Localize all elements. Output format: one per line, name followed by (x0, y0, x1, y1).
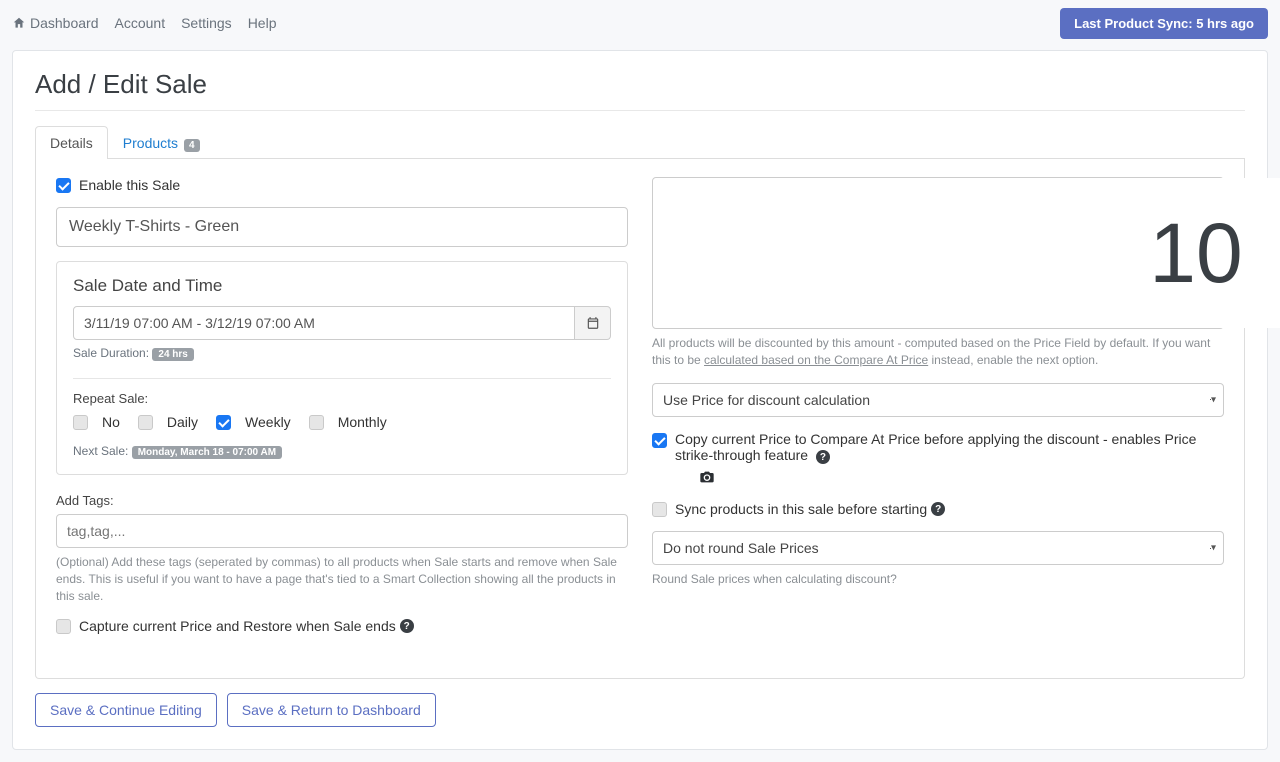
repeat-weekly[interactable] (216, 415, 231, 430)
camera-icon (699, 470, 715, 484)
sync-products-label: Sync products in this sale before starti… (675, 501, 927, 517)
duration-badge: 24 hrs (152, 348, 193, 361)
tags-hint: (Optional) Add these tags (seperated by … (56, 554, 628, 604)
page-title: Add / Edit Sale (35, 69, 1245, 100)
repeat-no[interactable] (73, 415, 88, 430)
date-box-title: Sale Date and Time (73, 276, 611, 296)
repeat-monthly[interactable] (309, 415, 324, 430)
next-sale-label: Next Sale: (73, 444, 128, 458)
tabs: Details Products 4 (35, 125, 1245, 159)
right-column: % All products will be discounted by thi… (652, 177, 1224, 648)
action-row: Save & Continue Editing Save & Return to… (35, 693, 1245, 727)
nav-dashboard[interactable]: Dashboard (12, 15, 99, 31)
duration-label: Sale Duration: (73, 346, 149, 360)
calendar-icon (586, 316, 600, 330)
repeat-options: No Daily Weekly Monthly (73, 414, 611, 430)
nav-account[interactable]: Account (115, 15, 166, 31)
sync-products-checkbox[interactable] (652, 502, 667, 517)
top-nav: Dashboard Account Settings Help Last Pro… (0, 0, 1280, 42)
home-icon (12, 16, 26, 30)
calendar-button[interactable] (575, 306, 611, 340)
tab-body: Enable this Sale Sale Date and Time Sale… (35, 159, 1245, 679)
discount-input[interactable] (653, 178, 1280, 328)
compare-at-link[interactable]: calculated based on the Compare At Price (704, 353, 928, 367)
capture-price-label: Capture current Price and Restore when S… (79, 618, 396, 634)
rounding-select[interactable]: Do not round Sale Prices (652, 531, 1224, 565)
save-return-button[interactable]: Save & Return to Dashboard (227, 693, 436, 727)
price-basis-select[interactable]: Use Price for discount calculation (652, 383, 1224, 417)
tags-input[interactable] (56, 514, 628, 548)
tab-details[interactable]: Details (35, 126, 108, 159)
date-time-box: Sale Date and Time Sale Duration: 24 hrs… (56, 261, 628, 475)
copy-price-checkbox[interactable] (652, 433, 667, 448)
enable-sale-label: Enable this Sale (79, 177, 180, 193)
tab-products-label: Products (123, 135, 178, 151)
help-icon[interactable]: ? (816, 450, 830, 464)
capture-price-checkbox[interactable] (56, 619, 71, 634)
rounding-hint: Round Sale prices when calculating disco… (652, 571, 1224, 588)
main-panel: Add / Edit Sale Details Products 4 Enabl… (12, 50, 1268, 750)
nav-help[interactable]: Help (248, 15, 277, 31)
help-icon[interactable]: ? (400, 619, 414, 633)
nav-settings[interactable]: Settings (181, 15, 232, 31)
discount-hint: All products will be discounted by this … (652, 335, 1224, 369)
tab-products[interactable]: Products 4 (108, 126, 215, 159)
sale-name-input[interactable] (56, 207, 628, 247)
date-range-input[interactable] (73, 306, 575, 340)
enable-sale-checkbox[interactable] (56, 178, 71, 193)
copy-price-label: Copy current Price to Compare At Price b… (675, 431, 1196, 463)
products-count-badge: 4 (184, 139, 200, 152)
tags-label: Add Tags: (56, 493, 628, 508)
help-icon[interactable]: ? (931, 502, 945, 516)
repeat-label: Repeat Sale: (73, 391, 611, 406)
next-sale-badge: Monday, March 18 - 07:00 AM (132, 446, 282, 459)
discount-box: % (652, 177, 1224, 329)
sync-button[interactable]: Last Product Sync: 5 hrs ago (1060, 8, 1268, 39)
save-continue-button[interactable]: Save & Continue Editing (35, 693, 217, 727)
left-column: Enable this Sale Sale Date and Time Sale… (56, 177, 628, 648)
repeat-daily[interactable] (138, 415, 153, 430)
